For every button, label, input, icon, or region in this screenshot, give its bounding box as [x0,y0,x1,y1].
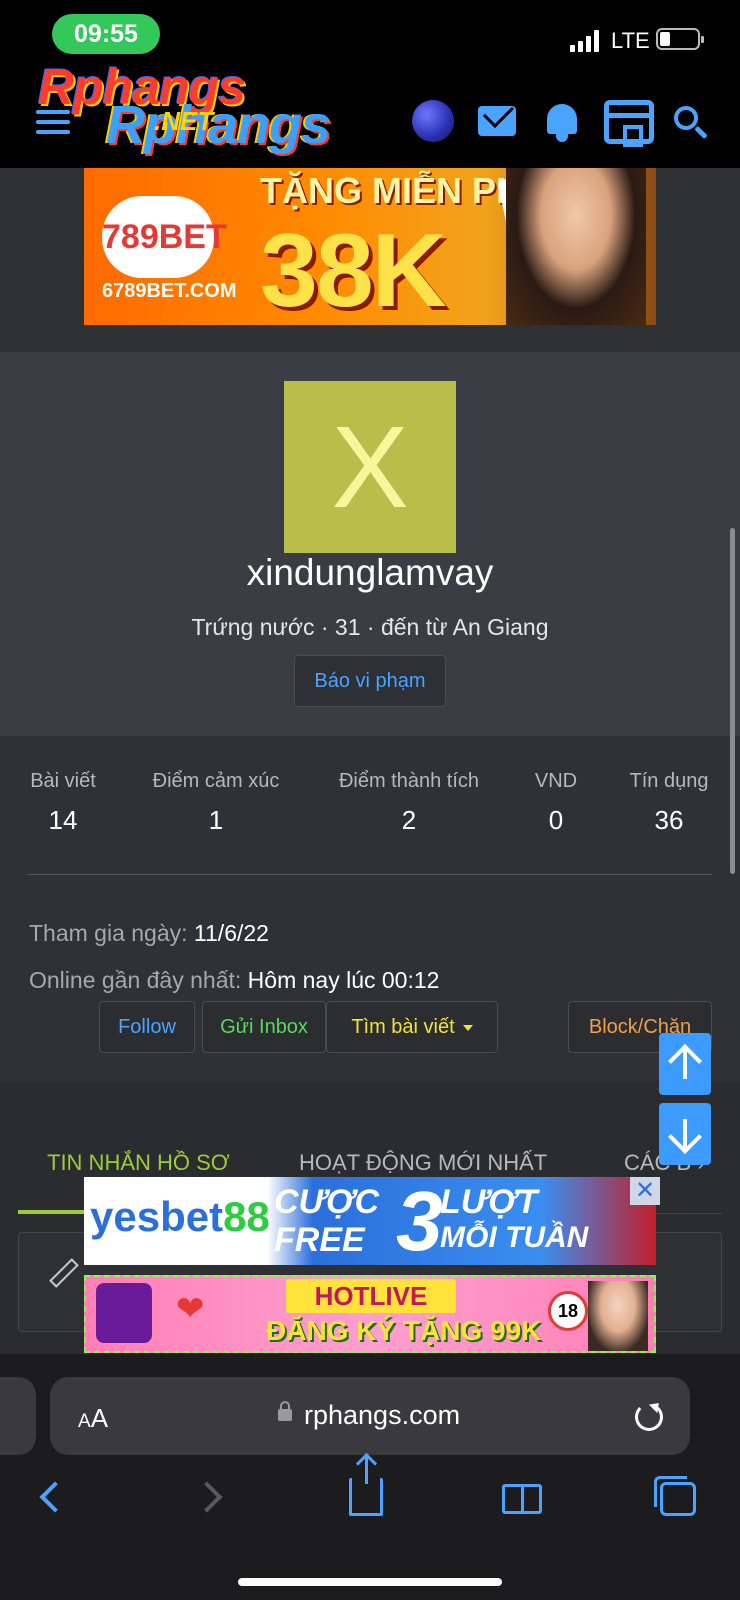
logo-net: .NET [154,106,214,136]
network-label: LTE [611,28,650,53]
battery-icon [656,28,704,50]
home-indicator [238,1578,502,1586]
ad-brand: yesbet88 [90,1193,270,1240]
site-header: Rphangs Rphangs .NET [0,59,740,168]
ad-brand-logo: 789BET [102,196,227,278]
url-text[interactable]: rphangs.com [304,1400,460,1431]
joined-value: 11/6/22 [193,920,269,946]
profile-info: Trứng nước · 31 · đến từ An Giang [191,614,549,640]
stat-value: 36 [654,805,684,835]
stat-vnd[interactable]: VND 0 [532,770,580,836]
ad-badge: HOTLIVE [286,1279,456,1313]
lock-icon [278,1401,292,1421]
tab-profile-posts[interactable]: TIN NHẮN HỒ SƠ [47,1150,230,1176]
ad-line: LƯỢT [440,1183,538,1221]
ad-big-number: 3 [396,1177,443,1265]
previous-tab-preview[interactable] [0,1377,36,1455]
text-size-button[interactable]: AA [78,1403,108,1434]
page-scrollbar[interactable] [730,528,735,874]
site-logo[interactable]: Rphangs Rphangs .NET [36,59,366,164]
bell-icon[interactable] [544,100,580,144]
search-icon[interactable] [674,106,708,140]
ad-close-icon[interactable]: ✕ [630,1177,660,1205]
ad-model-image [506,168,646,325]
send-inbox-button[interactable]: Gửi Inbox [202,1001,326,1053]
stat-credit[interactable]: Tín dụng 36 [626,770,712,836]
ad-banner-789bet[interactable]: 789BET 6789BET.COM TẶNG MIỄN PHÍ 38K [84,168,656,325]
find-posts-button[interactable]: Tìm bài viết [326,1001,498,1053]
bookmarks-icon[interactable] [502,1484,542,1514]
joined-date: Tham gia ngày: 11/6/22 [29,920,269,947]
scroll-top-button[interactable] [659,1033,711,1095]
ad-app-icon [96,1283,152,1343]
scroll-bottom-button[interactable] [659,1103,711,1165]
ad-banner-hotlive[interactable]: ❤ HOTLIVE ĐĂNG KÝ TẶNG 99K 18 [84,1275,656,1353]
online-label: Online gần đây nhất: [29,967,242,993]
store-icon[interactable] [604,100,654,147]
follow-button[interactable]: Follow [99,1001,195,1053]
signal-icon [570,30,600,52]
last-online: Online gần đây nhất: Hôm nay lúc 00:12 [29,967,439,994]
stat-value: 2 [401,805,417,835]
reload-icon[interactable] [635,1403,663,1431]
report-button[interactable]: Báo vi phạm [294,655,446,707]
online-value: Hôm nay lúc 00:12 [247,967,440,993]
stat-reactions[interactable]: Điểm cảm xúc 1 [146,770,286,836]
stat-posts[interactable]: Bài viết 14 [28,770,98,836]
stat-label: Điểm thành tích [338,770,480,792]
caret-down-icon [462,1024,473,1031]
stat-label: VND [534,770,578,792]
ad-line: FREE [274,1221,365,1259]
stat-label: Tín dụng [629,770,709,792]
stat-label: Điểm cảm xúc [152,770,280,792]
share-icon[interactable] [349,1456,383,1516]
ad-line: ĐĂNG KÝ TẶNG 99K [266,1315,542,1346]
ad-line: CƯỢC [274,1183,380,1221]
stat-value: 14 [48,805,78,835]
tab-latest-activity[interactable]: HOẠT ĐỘNG MỚI NHẤT [299,1150,547,1176]
globe-icon[interactable] [412,100,454,142]
ad-site: 6789BET.COM [102,280,237,302]
logo-text-shadow: Rphangs [106,95,331,155]
profile-username: xindunglamvay [246,552,494,593]
ad-line: MỖI TUẦN [440,1221,589,1254]
ad-promo-line: TẶNG MIỄN PHÍ [260,170,533,211]
mail-icon[interactable] [478,106,516,136]
stat-value: 1 [208,805,224,835]
age-rating-badge: 18 [548,1291,588,1331]
heart-icon: ❤ [176,1290,205,1328]
ad-model-image [588,1281,648,1351]
find-posts-label: Tìm bài viết [351,1016,455,1038]
joined-label: Tham gia ngày: [29,920,188,946]
status-time: 09:55 [52,14,160,54]
avatar[interactable]: X [284,381,456,553]
ad-promo-amount: 38K [260,213,447,325]
ad-banner-yesbet[interactable]: yesbet88 CƯỢC FREE 3 LƯỢT MỖI TUẦN [84,1177,656,1265]
stat-trophies[interactable]: Điểm thành tích 2 [334,770,484,836]
menu-icon[interactable] [36,110,70,134]
tabs-icon[interactable] [654,1476,696,1516]
stat-value: 0 [548,805,564,835]
stats-divider [28,874,712,875]
stat-label: Bài viết [30,770,96,792]
